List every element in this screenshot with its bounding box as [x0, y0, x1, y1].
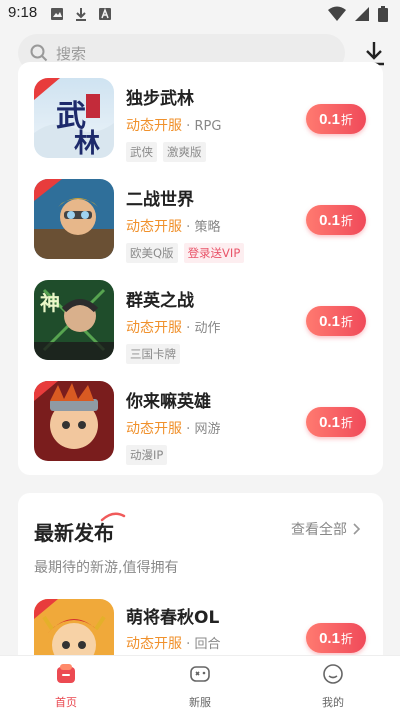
- svg-text:神: 神: [40, 291, 60, 315]
- server-status: 动态开服: [126, 219, 182, 235]
- section-subtitle: 最期待的新游,值得拥有: [34, 560, 179, 576]
- server-status: 动态开服: [126, 636, 182, 652]
- game-name: 你来嘛英雄: [126, 392, 211, 412]
- game-item[interactable]: 你来嘛英雄 动态开服 · 网游 动漫IP 0.1 折: [18, 365, 383, 465]
- game-tag: 欧美Q版: [126, 243, 178, 263]
- discount-button[interactable]: 0.1 折: [306, 407, 366, 437]
- game-name: 萌将春秋OL: [126, 608, 220, 628]
- game-tag: 激爽版: [163, 142, 206, 162]
- game-tag: 武侠: [126, 142, 157, 162]
- nav-profile[interactable]: 我的: [298, 662, 368, 710]
- discount-button[interactable]: 0.1 折: [306, 104, 366, 134]
- game-genre: 动作: [194, 321, 221, 336]
- nav-home[interactable]: 首页: [31, 662, 101, 710]
- chevron-right-icon: [353, 523, 361, 535]
- status-bar: 9:18: [0, 0, 400, 28]
- game-item[interactable]: 二战世界 动态开服 · 策略 欧美Q版 登录送VIP 0.1 折: [18, 163, 383, 263]
- game-genre: 网游: [194, 422, 221, 437]
- text-notification-icon: [99, 7, 111, 20]
- bottom-nav: 首页 新服 我的: [0, 655, 400, 711]
- game-name: 群英之战: [126, 291, 194, 311]
- status-time: 9:18: [8, 4, 38, 21]
- discount-button[interactable]: 0.1 折: [306, 623, 366, 653]
- server-status: 动态开服: [126, 118, 182, 134]
- game-genre: 策略: [194, 220, 221, 235]
- game-genre: 回合: [194, 637, 221, 652]
- game-list-card: 武林 独步武林 动态开服 · RPG 武侠 激爽版 0.1 折 二战世界 动态开服 · 策…: [18, 62, 383, 475]
- svg-text:林: 林: [74, 129, 100, 158]
- game-name: 二战世界: [126, 190, 194, 210]
- profile-icon: [323, 664, 343, 684]
- search-placeholder: 搜索: [56, 45, 87, 63]
- signal-icon: [355, 7, 369, 21]
- game-tag-vip: 登录送VIP: [183, 243, 245, 263]
- game-name: 独步武林: [126, 89, 194, 109]
- server-status: 动态开服: [126, 421, 182, 437]
- server-status: 动态开服: [126, 320, 182, 336]
- game-item[interactable]: 神 群英之战 动态开服 · 动作 三国卡牌 0.1 折: [18, 264, 383, 364]
- erzhan-shijie-icon: [34, 179, 114, 259]
- dubu-wulin-icon: 武林: [34, 78, 114, 158]
- game-item[interactable]: 武林 独步武林 动态开服 · RPG 武侠 激爽版 0.1 折: [18, 62, 383, 162]
- search-icon: [30, 44, 48, 62]
- game-genre: RPG: [194, 119, 222, 134]
- game-tag: 三国卡牌: [126, 344, 180, 364]
- image-notification-icon: [51, 8, 63, 20]
- wifi-icon: [328, 6, 346, 21]
- nilaima-yingxiong-icon: [34, 381, 114, 461]
- nav-new-server[interactable]: 新服: [165, 662, 235, 710]
- download-notification-icon: [76, 8, 86, 21]
- discount-button[interactable]: 0.1 折: [306, 306, 366, 336]
- title-decoration-icon: [100, 512, 126, 522]
- game-tag: 动漫IP: [126, 445, 168, 465]
- discount-button[interactable]: 0.1 折: [306, 205, 366, 235]
- battery-icon: [378, 6, 388, 22]
- home-icon: [57, 664, 75, 683]
- gamepad-icon: [190, 666, 210, 682]
- qunying-zhizhan-icon: 神: [34, 280, 114, 360]
- see-all-link[interactable]: 查看全部: [291, 519, 361, 539]
